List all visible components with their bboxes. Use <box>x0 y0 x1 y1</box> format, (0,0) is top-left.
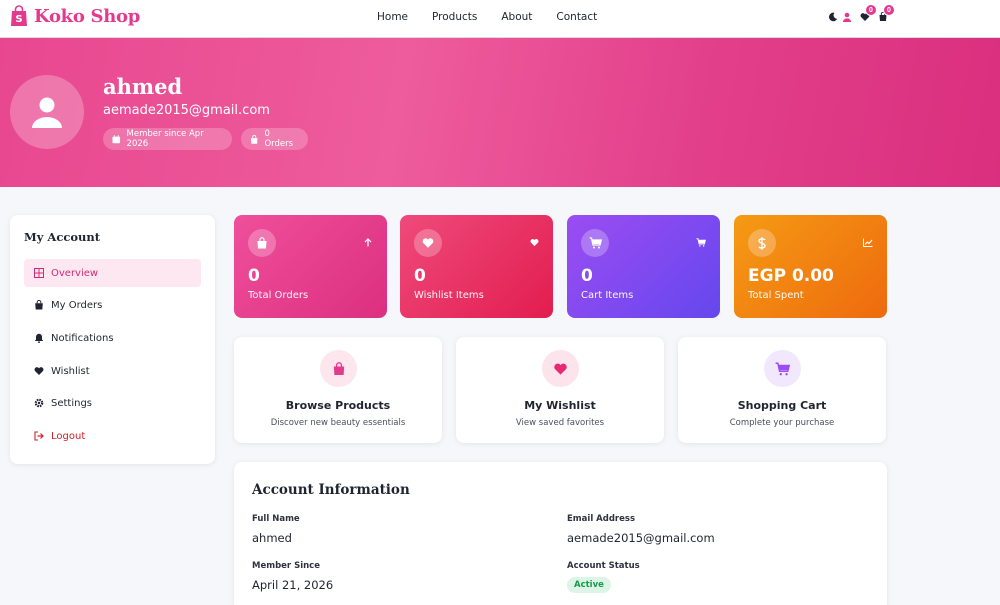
stat-label: Total Spent <box>748 290 804 301</box>
sidebar-item-logout[interactable]: Logout <box>24 422 201 450</box>
profile-name: ahmed <box>103 74 183 99</box>
sidebar-item-label: Overview <box>51 267 99 279</box>
shopping-cart-card[interactable]: Shopping Cart Complete your purchase <box>678 337 886 443</box>
sidebar-item-orders[interactable]: My Orders <box>24 291 201 319</box>
stat-label: Total Orders <box>248 290 309 301</box>
action-title: Shopping Cart <box>737 399 827 412</box>
member-since-label: Member Since <box>252 561 320 571</box>
account-sidebar: My Account Overview My Orders Notificati… <box>10 215 215 464</box>
logout-icon <box>33 431 44 442</box>
action-description: Complete your purchase <box>729 418 835 428</box>
sidebar-item-wishlist[interactable]: Wishlist <box>24 357 201 385</box>
arrow-up-icon <box>363 237 373 247</box>
orders-count-text: 0 Orders <box>264 129 294 149</box>
member-since-text: Member since Apr 2026 <box>126 129 204 149</box>
sidebar-item-label: Notifications <box>51 332 114 344</box>
calendar-icon <box>112 134 121 143</box>
cart-count-badge: 0 <box>883 4 895 16</box>
section-title: Account Information <box>252 482 410 498</box>
heart-icon <box>33 366 44 377</box>
bell-icon <box>33 333 44 344</box>
user-icon[interactable] <box>840 10 854 24</box>
nav-contact[interactable]: Contact <box>556 11 597 23</box>
main-nav: Home Products About Contact <box>377 11 621 23</box>
shopping-bag-icon: S <box>11 5 27 26</box>
stat-card-cart-items: 0 Cart Items <box>567 215 720 318</box>
top-navbar: S Koko Shop Home Products About Contact … <box>0 0 1000 38</box>
stat-card-total-spent: EGP 0.00 Total Spent <box>734 215 887 318</box>
avatar <box>10 75 84 149</box>
cart-nav-button[interactable]: 0 <box>876 4 895 24</box>
nav-products[interactable]: Products <box>432 11 477 23</box>
bag-icon <box>33 300 44 311</box>
status-badge: Active <box>567 577 611 593</box>
bag-icon <box>248 229 276 257</box>
stat-label: Wishlist Items <box>414 290 484 301</box>
stat-value: 0 <box>248 266 260 286</box>
wishlist-nav-button[interactable]: 0 <box>858 4 877 24</box>
dollar-icon <box>748 229 776 257</box>
stat-card-total-orders: 0 Total Orders <box>234 215 387 318</box>
stat-card-wishlist-items: 0 Wishlist Items <box>400 215 553 318</box>
svg-text:S: S <box>15 14 22 25</box>
sidebar-item-label: Settings <box>51 397 93 409</box>
email-value: aemade2015@gmail.com <box>567 531 715 545</box>
cart-icon <box>764 350 801 387</box>
action-description: View saved favorites <box>515 418 605 428</box>
heart-icon <box>529 237 539 247</box>
heart-icon <box>414 229 442 257</box>
full-name-value: ahmed <box>252 531 292 545</box>
stat-label: Cart Items <box>581 290 634 301</box>
sidebar-item-label: My Orders <box>51 299 103 311</box>
browse-products-card[interactable]: Browse Products Discover new beauty esse… <box>234 337 442 443</box>
sidebar-title: My Account <box>24 230 101 244</box>
brand-logo[interactable]: S Koko Shop <box>9 5 140 27</box>
sidebar-item-label: Logout <box>51 430 86 442</box>
account-information-panel: Account Information Full Name ahmed Emai… <box>234 462 887 605</box>
my-wishlist-card[interactable]: My Wishlist View saved favorites <box>456 337 664 443</box>
sidebar-item-overview[interactable]: Overview <box>24 259 201 287</box>
sidebar-item-settings[interactable]: Settings <box>24 389 201 417</box>
moon-icon[interactable] <box>826 10 840 24</box>
stat-value: 0 <box>581 266 593 286</box>
grid-icon <box>33 268 44 279</box>
member-since-value: April 21, 2026 <box>252 578 334 592</box>
account-status-label: Account Status <box>567 561 640 571</box>
chart-icon <box>863 237 873 247</box>
full-name-label: Full Name <box>252 514 300 524</box>
stat-value: EGP 0.00 <box>748 266 834 286</box>
nav-home[interactable]: Home <box>377 11 408 23</box>
email-label: Email Address <box>567 514 636 524</box>
action-description: Discover new beauty essentials <box>270 418 406 428</box>
cart-icon <box>696 237 706 247</box>
bag-icon <box>320 350 357 387</box>
stat-value: 0 <box>414 266 426 286</box>
heart-icon <box>542 350 579 387</box>
nav-about[interactable]: About <box>501 11 532 23</box>
action-title: Browse Products <box>285 399 391 412</box>
profile-email: aemade2015@gmail.com <box>103 103 270 118</box>
sidebar-item-label: Wishlist <box>51 365 90 377</box>
cart-icon <box>581 229 609 257</box>
profile-hero: ahmed aemade2015@gmail.com Member since … <box>0 38 1000 187</box>
gear-icon <box>33 398 44 409</box>
member-since-pill: Member since Apr 2026 <box>103 128 232 150</box>
user-icon <box>32 97 62 128</box>
bag-icon <box>250 134 258 144</box>
sidebar-item-notifications[interactable]: Notifications <box>24 324 201 352</box>
brand-name: Koko Shop <box>34 5 140 27</box>
orders-pill: 0 Orders <box>241 128 308 150</box>
action-title: My Wishlist <box>524 399 596 412</box>
